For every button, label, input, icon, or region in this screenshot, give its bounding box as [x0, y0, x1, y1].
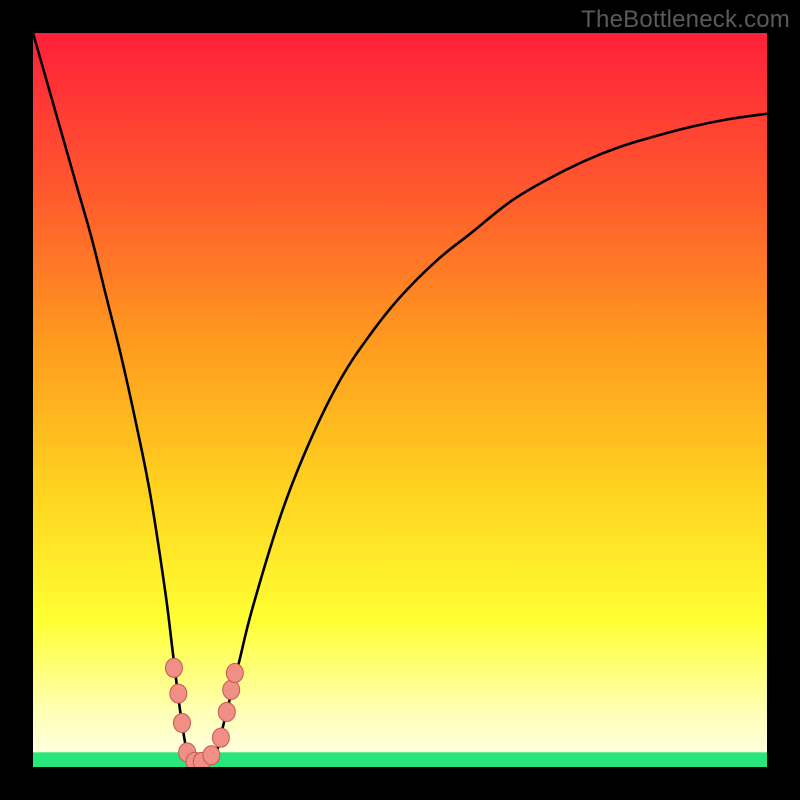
curve-marker [174, 713, 191, 732]
plot-area [33, 33, 767, 767]
chart-frame: TheBottleneck.com [0, 0, 800, 800]
curve-marker [218, 702, 235, 721]
curve-marker [226, 664, 243, 683]
curve-marker [170, 684, 187, 703]
green-baseline-band [33, 752, 767, 767]
curve-marker [203, 746, 220, 765]
bottleneck-chart-svg [33, 33, 767, 767]
curve-marker [223, 680, 240, 699]
curve-marker [165, 658, 182, 677]
watermark-text: TheBottleneck.com [581, 6, 790, 34]
curve-marker [212, 728, 229, 747]
gradient-background [33, 33, 767, 767]
